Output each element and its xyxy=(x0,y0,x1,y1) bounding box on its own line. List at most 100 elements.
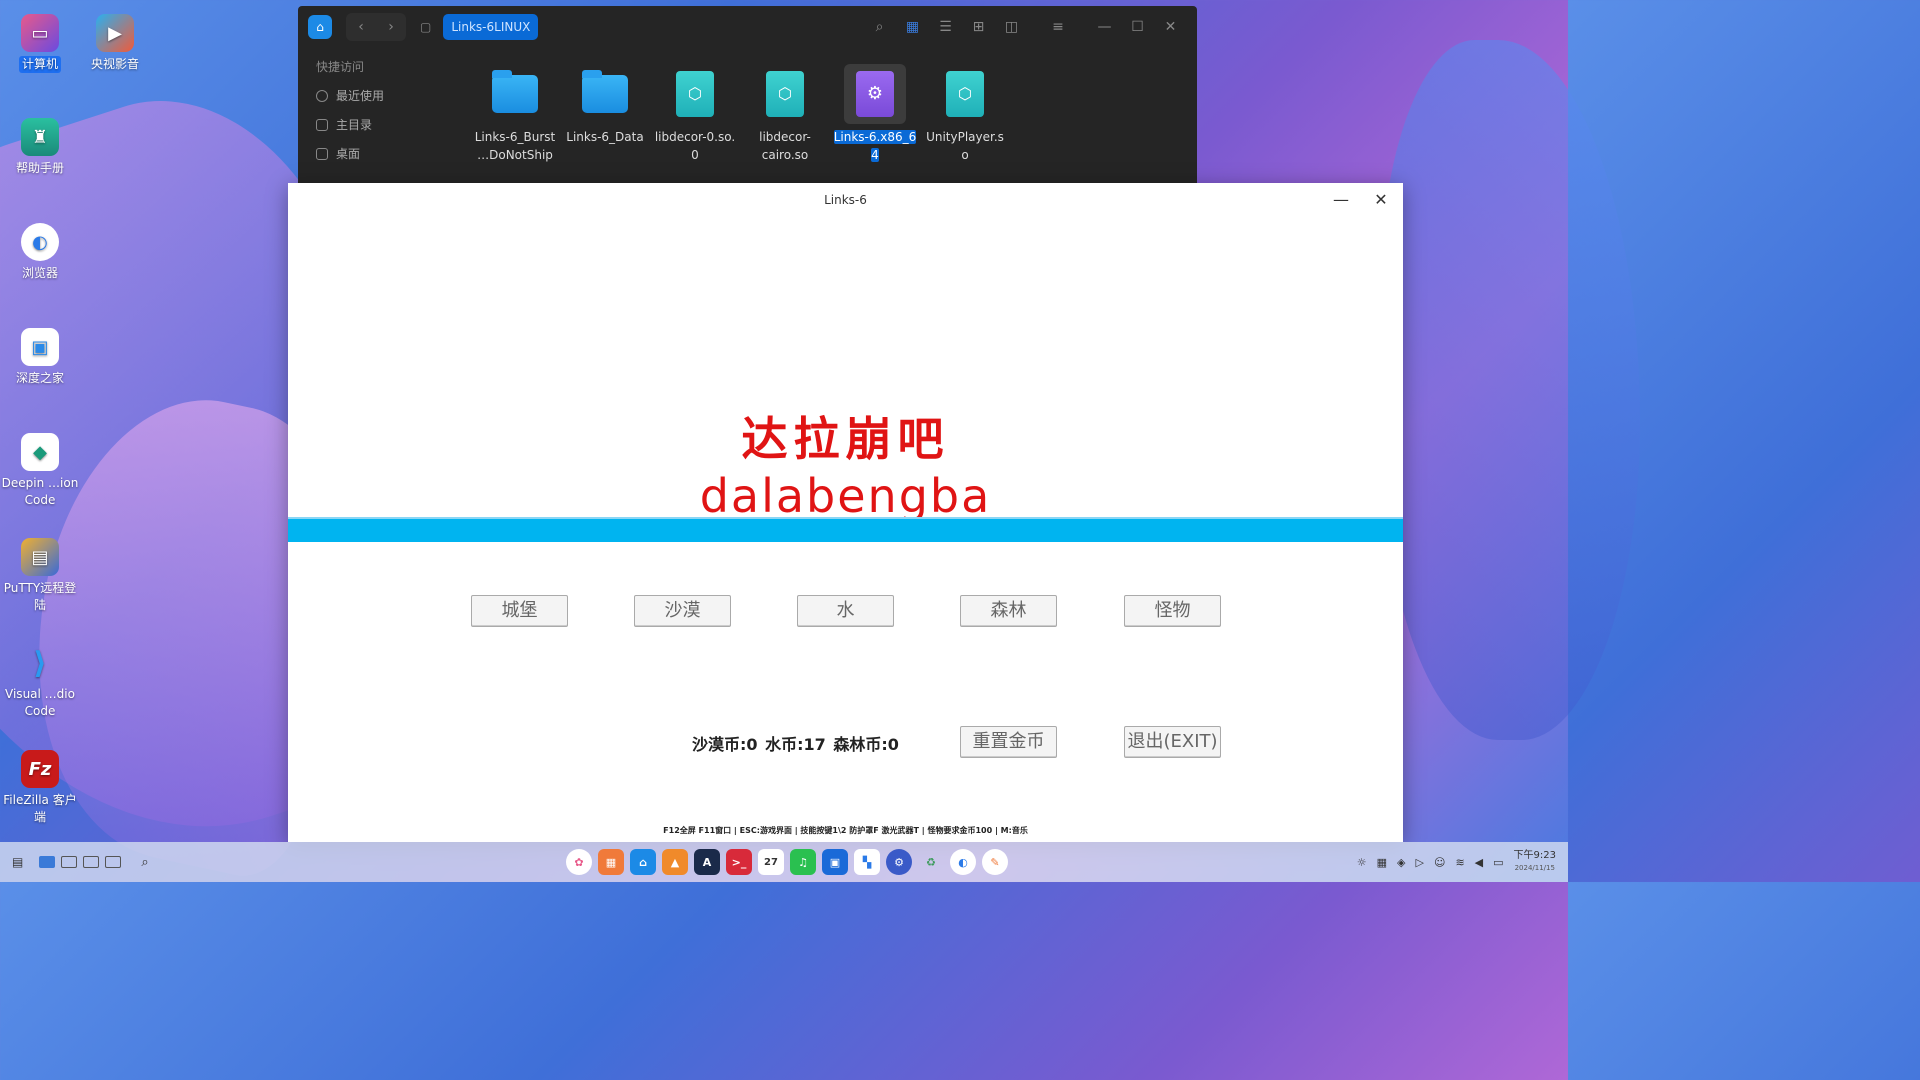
workspace-1[interactable] xyxy=(39,856,56,868)
list-view-icon[interactable]: ☰ xyxy=(929,19,962,35)
executable-gear-icon: ⚙ xyxy=(856,71,894,117)
desktop-icon-computer[interactable]: ▭ 计算机 xyxy=(0,14,80,73)
breadcrumb[interactable]: Links-6LINUX xyxy=(443,14,539,40)
screenshot-icon[interactable]: ▣ xyxy=(822,849,848,875)
workspace-3[interactable] xyxy=(83,856,100,868)
keyboard-icon[interactable]: ▦ xyxy=(1377,856,1387,869)
file-item[interactable]: ⬡ UnityPlayer.s o xyxy=(920,64,1010,164)
minimize-icon[interactable]: — xyxy=(1088,19,1121,35)
reset-coins-button[interactable]: 重置金币 xyxy=(960,726,1057,758)
close-icon[interactable]: ✕ xyxy=(1154,19,1187,35)
back-icon[interactable]: ‹ xyxy=(346,13,376,41)
clock[interactable]: 下午9:23 2024/11/15 xyxy=(1514,850,1556,874)
sidebar-item-recent[interactable]: 最近使用 xyxy=(298,81,463,110)
desktop-icon-putty[interactable]: ▤ PuTTY远程登陆 xyxy=(0,538,80,614)
wifi-icon[interactable]: ≋ xyxy=(1455,856,1464,869)
trash-icon[interactable]: ♻ xyxy=(918,849,944,875)
multitask-icon[interactable]: ▦ xyxy=(598,849,624,875)
menu-icon[interactable]: ≡ xyxy=(1028,19,1088,35)
file-manager-toolbar: ⌂ ‹ › ▢ Links-6LINUX ⌕ ▦ ☰ ⊞ ◫ ≡ — ☐ ✕ xyxy=(298,6,1197,48)
desktop-icon-help-manual[interactable]: ♜ 帮助手册 xyxy=(0,118,80,177)
brightness-icon[interactable]: ☼ xyxy=(1357,856,1367,869)
detail-panel-icon[interactable]: ◫ xyxy=(995,19,1028,35)
desktop-icon-label: 浏览器 xyxy=(21,266,58,280)
search-icon[interactable]: ⌕ xyxy=(141,855,148,870)
file-manager-window: ⌂ ‹ › ▢ Links-6LINUX ⌕ ▦ ☰ ⊞ ◫ ≡ — ☐ ✕ 快… xyxy=(298,6,1197,183)
filezilla-icon: Fz xyxy=(21,750,59,788)
file-name: libdecor-0.so. xyxy=(654,130,736,144)
desktop-icon-cctv-video[interactable]: ▶ 央视影音 xyxy=(75,14,155,73)
file-item[interactable]: Links-6_Data xyxy=(560,64,650,164)
play-circle-icon[interactable]: ▷ xyxy=(1416,856,1424,869)
launcher-icon[interactable]: ✿ xyxy=(566,849,592,875)
file-item[interactable]: ⬡ libdecor-0.so. 0 xyxy=(650,64,740,164)
notification-icon[interactable]: ▭ xyxy=(1493,856,1503,869)
forest-button[interactable]: 森林 xyxy=(960,595,1057,627)
putty-icon: ▤ xyxy=(21,538,59,576)
draw-icon[interactable]: ✎ xyxy=(982,849,1008,875)
user-icon[interactable]: ☺ xyxy=(1434,856,1445,869)
library-file-icon: ⬡ xyxy=(676,71,714,117)
app-store-icon[interactable]: ▲ xyxy=(662,849,688,875)
sidebar-header: 快捷访问 xyxy=(316,60,365,74)
file-name: Links-6.x86_6 xyxy=(833,130,917,144)
notes-icon[interactable]: ▤ xyxy=(12,855,23,869)
sidebar-item-desktop[interactable]: 桌面 xyxy=(298,139,463,168)
music-icon[interactable]: ♫ xyxy=(790,849,816,875)
file-manager-logo-icon: ⌂ xyxy=(308,15,332,39)
file-item[interactable]: Links-6_Burst …DoNotShip xyxy=(470,64,560,164)
game-title-english: dalabengba xyxy=(699,469,992,523)
title-band xyxy=(288,517,1403,542)
icon-view-icon[interactable]: ▦ xyxy=(896,19,929,35)
terminal-icon[interactable]: >_ xyxy=(726,849,752,875)
desktop-icon-vscode[interactable]: ⟩ Visual …dio Code xyxy=(0,644,80,720)
sidebar-item-home[interactable]: 主目录 xyxy=(298,110,463,139)
browser-icon[interactable]: ◐ xyxy=(950,849,976,875)
settings-gear-icon[interactable]: ⚙ xyxy=(886,849,912,875)
file-manager-tools: ⌕ ▦ ☰ ⊞ ◫ ≡ — ☐ ✕ xyxy=(863,19,1187,35)
controls-hint: F12全屏 F11窗口 | ESC:游戏界面 | 技能按键1\2 防护罩F 激光… xyxy=(663,826,1028,835)
workspace-4[interactable] xyxy=(105,856,122,868)
forward-icon[interactable]: › xyxy=(376,13,406,41)
library-icon-wrap: ⬡ xyxy=(754,64,816,124)
library-icon-wrap: ⬡ xyxy=(664,64,726,124)
file-manager-icon[interactable]: ⌂ xyxy=(630,849,656,875)
folder-icon xyxy=(492,70,538,113)
folder-icon-wrap xyxy=(484,64,546,124)
monster-button[interactable]: 怪物 xyxy=(1124,595,1221,627)
file-name: o xyxy=(961,148,969,162)
maximize-icon[interactable]: ☐ xyxy=(1121,19,1154,35)
file-name: 4 xyxy=(871,148,879,162)
desktop-icon-label: 深度之家 xyxy=(15,371,64,385)
desktop-icon-label: Deepin …ion Code xyxy=(1,476,79,507)
workspace-2[interactable] xyxy=(61,856,78,868)
exit-button[interactable]: 退出(EXIT) xyxy=(1124,726,1221,758)
home-icon xyxy=(316,118,328,131)
text-editor-icon[interactable]: A xyxy=(694,849,720,875)
library-file-icon: ⬡ xyxy=(946,71,984,117)
castle-button[interactable]: 城堡 xyxy=(471,595,568,627)
close-icon[interactable]: ✕ xyxy=(1369,188,1393,212)
control-center-icon[interactable]: ▚ xyxy=(854,849,880,875)
volume-icon[interactable]: ◀ xyxy=(1475,856,1483,869)
tree-view-icon[interactable]: ⊞ xyxy=(962,19,995,35)
desktop-icon-filezilla[interactable]: Fz FileZilla 客户端 xyxy=(0,750,80,826)
desktop-icon-label: 帮助手册 xyxy=(15,161,64,175)
taskbar: ▤ ⌕ ✿ ▦ ⌂ ▲ A >_ 27 ♫ ▣ ▚ ⚙ ♻ ◐ ✎ ☼ ▦ ◈ … xyxy=(0,842,1568,882)
file-item[interactable]: ⬡ libdecor- cairo.so xyxy=(740,64,830,164)
file-item-selected[interactable]: ⚙ Links-6.x86_6 4 xyxy=(830,64,920,164)
desert-button[interactable]: 沙漠 xyxy=(634,595,731,627)
search-icon[interactable]: ⌕ xyxy=(863,19,896,35)
desktop-icon-deepin-ion-code[interactable]: ◆ Deepin …ion Code xyxy=(0,433,80,509)
desktop-icon-label: 央视影音 xyxy=(90,57,139,71)
calendar-icon[interactable]: 27 xyxy=(758,849,784,875)
desktop-icon-deepin-home[interactable]: ▣ 深度之家 xyxy=(0,328,80,387)
sidebar-item-label: 桌面 xyxy=(336,147,361,161)
file-name: Links-6_Burst xyxy=(474,130,556,144)
desktop-icon-browser[interactable]: ◐ 浏览器 xyxy=(0,223,80,282)
security-icon[interactable]: ◈ xyxy=(1397,856,1405,869)
computer-icon: ▭ xyxy=(21,14,59,52)
minimize-icon[interactable]: — xyxy=(1329,188,1353,212)
water-button[interactable]: 水 xyxy=(797,595,894,627)
drive-icon[interactable]: ▢ xyxy=(420,20,431,34)
